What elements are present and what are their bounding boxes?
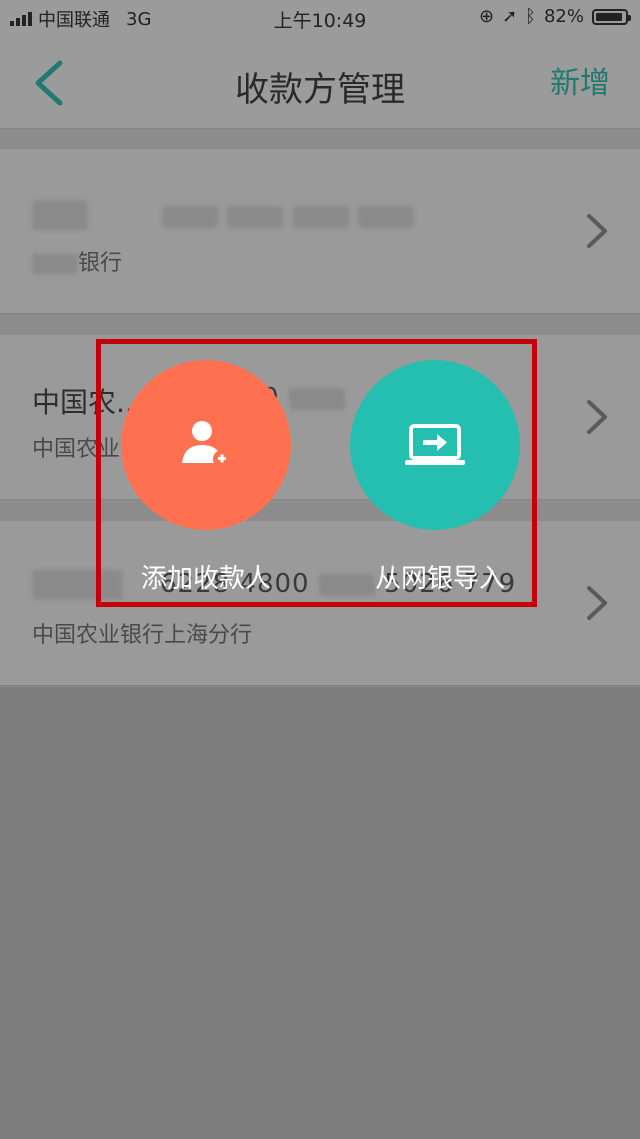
status-bar: 中国联通 3G 上午10:49 ⊕ ➚ ᛒ 82% [0,0,640,34]
chevron-right-icon [587,400,607,434]
nav-bar: 收款方管理 新增 [0,34,640,128]
add-button[interactable]: 新增 [550,58,610,102]
chevron-right-icon [587,586,607,620]
battery-icon [592,8,631,25]
rotation-lock-icon: ⊕ [478,6,495,27]
payee-card-1[interactable]: 银行 [0,149,640,313]
payee-bank: 银行 [32,245,122,277]
page-title: 收款方管理 [235,70,405,110]
divider [0,128,640,150]
payee-name [32,197,88,230]
highlight-annotation-box [96,339,537,607]
payee-account-number [162,201,414,231]
payee-management-screen: 中国联通 3G 上午10:49 ⊕ ➚ ᛒ 82% 收款方管理 新增 银行 中国… [0,0,640,1139]
empty-area [0,686,640,1139]
divider [0,313,640,337]
location-icon: ➚ [502,6,518,27]
chevron-right-icon [587,214,607,248]
status-right: ⊕ ➚ ᛒ 82% [478,6,631,27]
payee-bank: 中国农业银行上海分行 [32,623,253,648]
battery-percent: 82% [543,6,584,27]
bluetooth-icon: ᛒ [525,6,536,27]
